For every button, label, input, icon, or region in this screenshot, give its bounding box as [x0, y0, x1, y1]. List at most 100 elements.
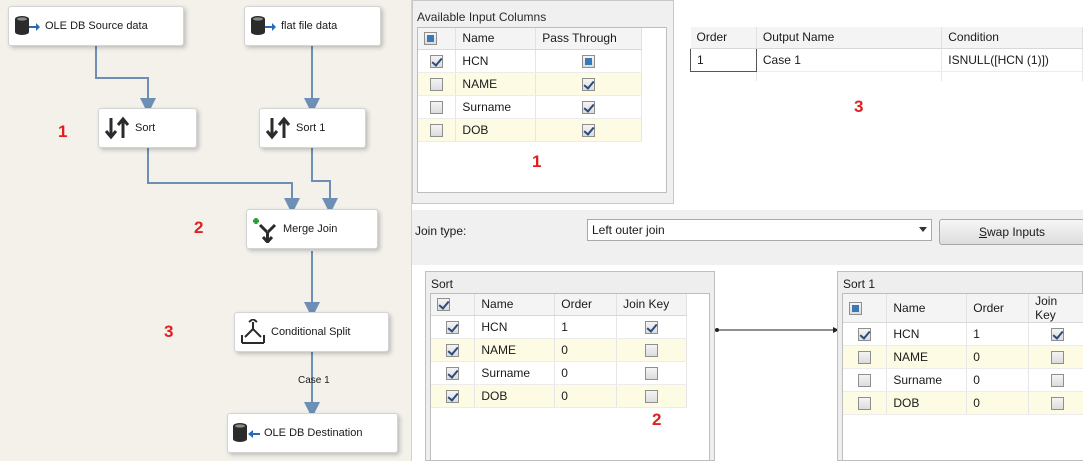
node-oledb-source[interactable]: OLE DB Source data: [8, 6, 184, 46]
join-right-grid-wrapper: Name Order Join Key HCN 1 NAME 0 Surname…: [842, 293, 1083, 461]
table-row[interactable]: Surname: [418, 95, 642, 119]
row-select-checkbox[interactable]: [858, 351, 872, 365]
empty-row[interactable]: [690, 71, 1083, 81]
node-sort1[interactable]: Sort 1: [259, 108, 366, 148]
join-key-checkbox[interactable]: [1051, 374, 1065, 388]
node-flat-file[interactable]: flat file data: [244, 6, 381, 46]
row-select-cell[interactable]: [418, 72, 457, 96]
table-row[interactable]: NAME 0: [431, 338, 687, 362]
order-cell[interactable]: 1: [690, 47, 757, 72]
pass-through-checkbox[interactable]: [582, 123, 596, 137]
row-select-checkbox[interactable]: [858, 328, 872, 342]
annotation-number: 2: [194, 218, 204, 237]
pass-through-checkbox[interactable]: [582, 54, 596, 68]
panel-title: Sort 1: [843, 277, 876, 291]
row-select-cell[interactable]: [418, 118, 457, 142]
select-all-header[interactable]: [418, 28, 457, 50]
node-label: Sort: [135, 122, 156, 134]
row-select-checkbox[interactable]: [430, 54, 444, 68]
row-select-cell[interactable]: [431, 384, 476, 408]
node-label: OLE DB Destination: [264, 427, 363, 439]
column-name: HCN: [474, 315, 556, 339]
row-select-checkbox[interactable]: [446, 389, 460, 403]
node-conditional-split[interactable]: Conditional Split: [234, 312, 389, 352]
grid-header-row: Name Order Join Key: [431, 294, 687, 316]
pass-through-cell[interactable]: [535, 49, 642, 73]
annotation-number: 3: [164, 322, 174, 341]
row-select-checkbox[interactable]: [858, 374, 872, 388]
conditions-grid: Order Output Name Condition 1 Case 1 ISN…: [690, 27, 1083, 81]
row-select-cell[interactable]: [843, 322, 888, 346]
join-key-cell[interactable]: [616, 315, 687, 339]
node-oledb-destination[interactable]: OLE DB Destination: [227, 413, 398, 453]
column-header: Output Name: [756, 27, 943, 49]
table-row[interactable]: DOB 0: [843, 391, 1083, 415]
table-row[interactable]: Surname 0: [843, 368, 1083, 392]
swap-mnemonic: S: [978, 225, 987, 239]
row-select-checkbox[interactable]: [446, 320, 460, 334]
row-select-cell[interactable]: [431, 361, 476, 385]
join-key-cell[interactable]: [616, 338, 687, 362]
row-select-checkbox[interactable]: [446, 366, 460, 380]
row-select-cell[interactable]: [431, 315, 476, 339]
row-select-checkbox[interactable]: [430, 123, 444, 137]
join-input-left: Sort Name Order Join Key HCN 1 NAME 0 Su…: [425, 271, 715, 461]
row-select-cell[interactable]: [418, 49, 457, 73]
join-key-checkbox[interactable]: [645, 320, 659, 334]
join-key-cell[interactable]: [616, 361, 687, 385]
pass-through-checkbox[interactable]: [582, 77, 596, 91]
node-sort[interactable]: Sort: [98, 108, 197, 148]
table-row[interactable]: Surname 0: [431, 361, 687, 385]
join-key-cell[interactable]: [1028, 345, 1083, 369]
table-row[interactable]: HCN 1: [843, 322, 1083, 346]
pass-through-cell[interactable]: [535, 118, 642, 142]
join-key-checkbox[interactable]: [645, 343, 659, 357]
node-merge-join[interactable]: Merge Join: [246, 209, 378, 249]
join-key-checkbox[interactable]: [645, 366, 659, 380]
node-label: OLE DB Source data: [45, 20, 148, 32]
table-row[interactable]: 1 Case 1 ISNULL([HCN (1)]): [690, 47, 1083, 72]
swap-inputs-button[interactable]: Swap Inputs: [939, 219, 1083, 245]
output-name-cell[interactable]: Case 1: [756, 48, 943, 72]
row-select-cell[interactable]: [418, 95, 457, 119]
select-all-header[interactable]: [843, 294, 888, 323]
table-row[interactable]: DOB 0: [431, 384, 687, 408]
row-select-cell[interactable]: [843, 368, 888, 392]
table-row[interactable]: NAME 0: [843, 345, 1083, 369]
row-select-cell[interactable]: [843, 391, 888, 415]
join-key-cell[interactable]: [616, 384, 687, 408]
join-key-checkbox[interactable]: [1051, 397, 1065, 411]
select-all-checkbox[interactable]: [424, 32, 437, 46]
join-key-checkbox[interactable]: [645, 389, 659, 403]
select-all-header[interactable]: [431, 294, 476, 316]
join-key-cell[interactable]: [1028, 368, 1083, 392]
join-type-select[interactable]: Left outer join: [587, 219, 932, 241]
join-key-cell[interactable]: [1028, 322, 1083, 346]
pass-through-checkbox[interactable]: [582, 100, 596, 114]
row-select-cell[interactable]: [843, 345, 888, 369]
column-header: Order: [966, 294, 1030, 323]
row-select-cell[interactable]: [431, 338, 476, 362]
swap-label: wap Inputs: [986, 225, 1046, 239]
pass-through-cell[interactable]: [535, 72, 642, 96]
join-key-checkbox[interactable]: [1051, 351, 1065, 365]
select-all-checkbox[interactable]: [849, 302, 862, 316]
row-select-checkbox[interactable]: [430, 77, 444, 91]
row-select-checkbox[interactable]: [858, 397, 872, 411]
column-header: Name: [474, 294, 556, 316]
table-row[interactable]: HCN: [418, 49, 642, 73]
table-row[interactable]: DOB: [418, 118, 642, 142]
column-header: Condition: [941, 27, 1083, 49]
chevron-down-icon[interactable]: [919, 227, 927, 232]
condition-cell[interactable]: ISNULL([HCN (1)]): [941, 48, 1083, 72]
pass-through-cell[interactable]: [535, 95, 642, 119]
data-flow-canvas[interactable]: OLE DB Source data flat file data Sort S…: [0, 0, 412, 461]
row-select-checkbox[interactable]: [446, 343, 460, 357]
select-all-checkbox[interactable]: [437, 298, 450, 312]
join-key-checkbox[interactable]: [1051, 328, 1065, 342]
row-select-checkbox[interactable]: [430, 100, 444, 114]
table-row[interactable]: NAME: [418, 72, 642, 96]
column-name: NAME: [455, 72, 537, 96]
join-key-cell[interactable]: [1028, 391, 1083, 415]
table-row[interactable]: HCN 1: [431, 315, 687, 339]
